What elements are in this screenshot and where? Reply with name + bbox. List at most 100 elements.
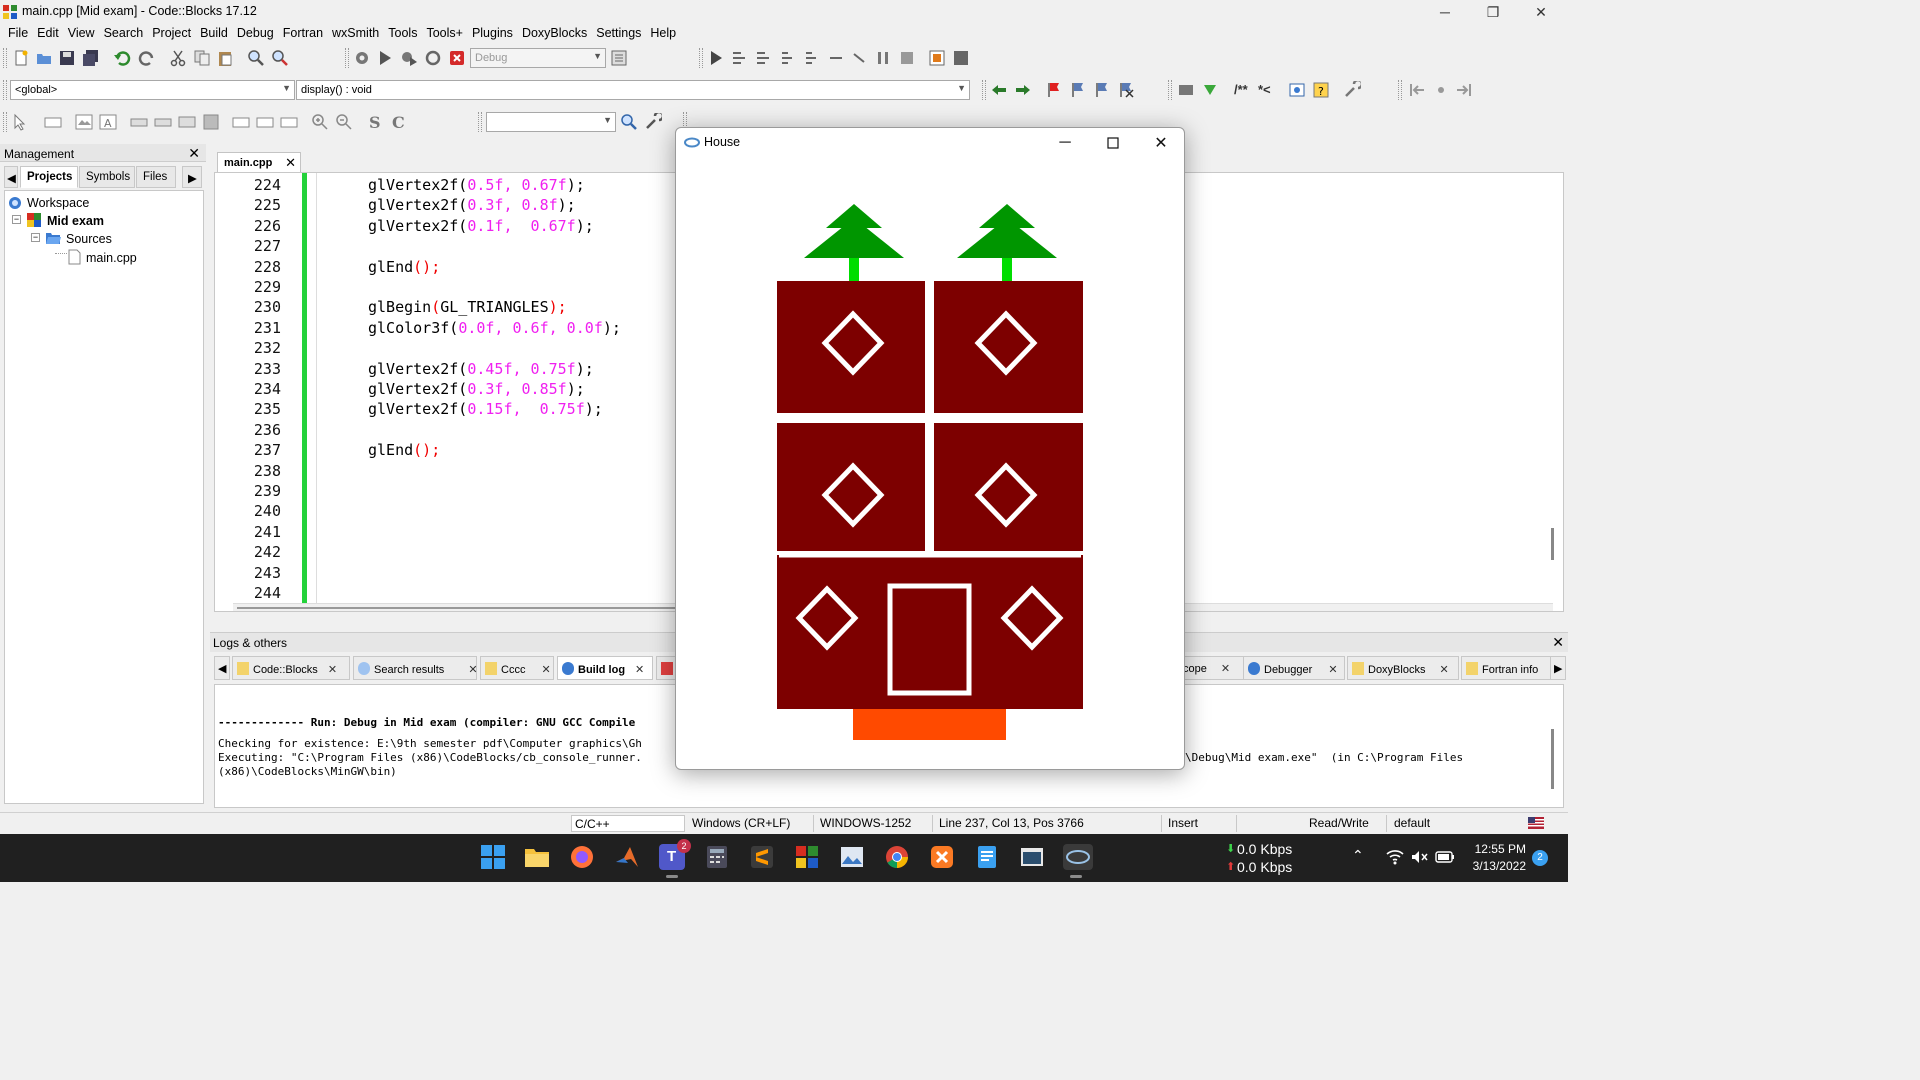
- replace-icon[interactable]: [271, 49, 289, 67]
- close-tab-icon[interactable]: ✕: [468, 664, 477, 676]
- step-into-icon[interactable]: [779, 49, 797, 67]
- run-chm-icon[interactable]: ?: [1312, 81, 1330, 99]
- run-to-cursor-icon[interactable]: [731, 49, 749, 67]
- menu-edit[interactable]: Edit: [33, 24, 64, 44]
- tabs-scroll-left-icon[interactable]: ◀: [4, 166, 18, 188]
- redo-icon[interactable]: [138, 49, 156, 67]
- toolbar-grip[interactable]: [3, 112, 7, 132]
- logtab-cccc[interactable]: Cccc ✕: [480, 656, 554, 680]
- close-panel-icon[interactable]: ✕: [188, 145, 200, 162]
- close-panel-icon[interactable]: ✕: [1552, 634, 1564, 651]
- find-icon[interactable]: [247, 49, 265, 67]
- jump-forward-icon[interactable]: [1014, 81, 1032, 99]
- jump-marker-icon[interactable]: [1432, 81, 1450, 99]
- clear-bookmarks-icon[interactable]: [1117, 81, 1135, 99]
- house-window[interactable]: House ─ ✕: [675, 127, 1185, 770]
- tree-folder-sources[interactable]: Sources: [66, 232, 112, 246]
- new-file-icon[interactable]: [12, 49, 30, 67]
- doxyblocks-config-icon[interactable]: [1343, 81, 1361, 99]
- logtabs-scroll-right-icon[interactable]: ▶: [1550, 656, 1566, 680]
- line-comment-button[interactable]: *<: [1258, 82, 1271, 97]
- sizer-icon[interactable]: [232, 113, 250, 131]
- battery-icon[interactable]: [1435, 850, 1455, 864]
- menu-debug[interactable]: Debug: [233, 24, 279, 44]
- toolbar-grip[interactable]: [3, 80, 7, 100]
- scrollbar-thumb[interactable]: [237, 607, 677, 609]
- zoom-in-icon[interactable]: [311, 113, 329, 131]
- menu-view[interactable]: View: [64, 24, 100, 44]
- undo-icon[interactable]: [113, 49, 131, 67]
- build-options-icon[interactable]: [610, 49, 628, 67]
- jump-back-icon[interactable]: [990, 81, 1008, 99]
- logtab-search-results[interactable]: Search results ✕: [353, 656, 478, 680]
- block-comment-button[interactable]: /**: [1234, 82, 1248, 97]
- menu-plugins[interactable]: Plugins: [468, 24, 518, 44]
- paste-icon[interactable]: [216, 49, 234, 67]
- toolbar-grip[interactable]: [699, 48, 703, 68]
- menu-help[interactable]: Help: [646, 24, 681, 44]
- notepad-icon[interactable]: [974, 844, 1000, 870]
- menu-fortran[interactable]: Fortran: [279, 24, 328, 44]
- close-button[interactable]: ✕: [1518, 0, 1564, 24]
- opengl-app-icon[interactable]: [1063, 844, 1093, 878]
- collapse-toggle-icon[interactable]: −: [12, 215, 21, 224]
- open-html-icon[interactable]: [1288, 81, 1306, 99]
- collapse-toggle-icon[interactable]: −: [31, 233, 40, 242]
- logtab-debugger[interactable]: Debugger ✕: [1243, 656, 1345, 680]
- frame-icon[interactable]: [44, 113, 62, 131]
- function-select[interactable]: display() : void ▼: [296, 80, 970, 100]
- tree-workspace[interactable]: Workspace: [27, 196, 89, 210]
- combobox-widget-icon[interactable]: [178, 113, 196, 131]
- build-and-run-icon[interactable]: [400, 49, 418, 67]
- menu-build[interactable]: Build: [196, 24, 233, 44]
- toolbar-grip[interactable]: [3, 48, 7, 68]
- save-all-icon[interactable]: [82, 49, 100, 67]
- step-into-instruction-icon[interactable]: [851, 49, 869, 67]
- next-instruction-icon[interactable]: [827, 49, 845, 67]
- menu-wxsmith[interactable]: wxSmith: [328, 24, 384, 44]
- pointer-icon[interactable]: [10, 113, 28, 131]
- menu-settings[interactable]: Settings: [592, 24, 646, 44]
- toolbar-grip[interactable]: [1168, 80, 1172, 100]
- run-icon[interactable]: [376, 49, 394, 67]
- toolbar-grip[interactable]: [1398, 80, 1402, 100]
- toolbar-grip[interactable]: [982, 80, 986, 100]
- house-maximize-button[interactable]: [1090, 130, 1136, 156]
- logtab-build-log[interactable]: Build log ✕: [557, 656, 653, 680]
- matlab-icon[interactable]: [614, 844, 640, 870]
- rebuild-icon[interactable]: [424, 49, 442, 67]
- menu-project[interactable]: Project: [148, 24, 196, 44]
- menu-tools-plus[interactable]: Tools+: [422, 24, 467, 44]
- pause-icon[interactable]: [874, 49, 892, 67]
- close-tab-icon[interactable]: ✕: [1221, 663, 1230, 675]
- build-gear-icon[interactable]: [353, 49, 371, 67]
- logtab-cscope[interactable]: cope ✕: [1178, 656, 1252, 680]
- symbol-c-icon[interactable]: C: [390, 113, 408, 131]
- xampp-icon[interactable]: [929, 844, 955, 870]
- scope-select[interactable]: <global> ▼: [10, 80, 295, 100]
- clock[interactable]: 12:55 PM 3/13/2022: [1458, 841, 1526, 875]
- stop-debug-icon[interactable]: [898, 49, 916, 67]
- logtab-codeblocks[interactable]: Code::Blocks ✕: [232, 656, 350, 680]
- house-minimize-button[interactable]: ─: [1042, 130, 1088, 156]
- codeblocks-icon[interactable]: [794, 844, 820, 870]
- jump-next-icon[interactable]: [1455, 81, 1473, 99]
- notification-badge[interactable]: 2: [1532, 850, 1548, 866]
- tab-symbols[interactable]: Symbols: [79, 166, 135, 188]
- panel-icon[interactable]: A: [99, 113, 117, 131]
- tab-files[interactable]: Files: [136, 166, 176, 188]
- symbol-s-icon[interactable]: S: [366, 113, 384, 131]
- opengl-canvas[interactable]: [676, 158, 1184, 769]
- restore-button[interactable]: ❐: [1470, 0, 1516, 24]
- close-tab-icon[interactable]: ✕: [285, 155, 296, 171]
- windows-start-icon[interactable]: [480, 844, 506, 870]
- calculator-icon[interactable]: [704, 844, 730, 870]
- close-tab-icon[interactable]: ✕: [635, 664, 644, 676]
- close-tab-icon[interactable]: ✕: [328, 664, 337, 676]
- network-speed-widget[interactable]: ⬇ 0.0 Kbps ⬆ 0.0 Kbps: [1222, 841, 1336, 877]
- save-icon[interactable]: [58, 49, 76, 67]
- next-line-icon[interactable]: [755, 49, 773, 67]
- vertical-scrollbar-thumb[interactable]: [1551, 729, 1554, 789]
- checkbox-widget-icon[interactable]: [154, 113, 172, 131]
- teams-icon[interactable]: T 2: [659, 839, 691, 878]
